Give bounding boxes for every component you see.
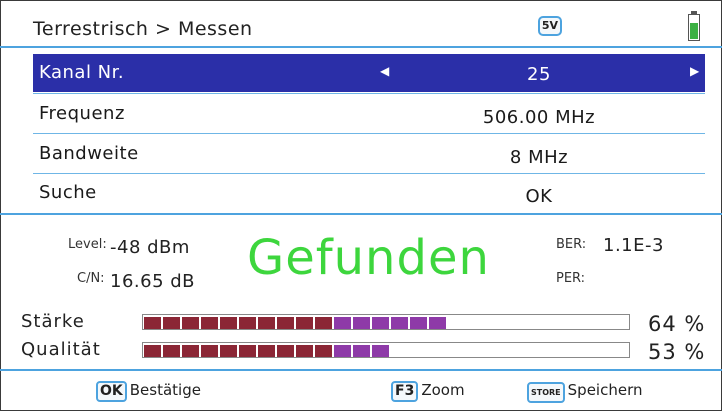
cn-label: C/N: [77,271,105,286]
bar-segment [239,345,256,357]
save-button[interactable]: STORE Speichern [527,381,643,403]
strength-label: Stärke [21,311,85,332]
bar-segment [391,317,408,329]
header-divider [0,46,722,48]
quality-bar [142,342,630,358]
bar-segment [410,317,427,329]
menu-row-value: 8 MHz [509,147,569,168]
bar-segment [315,317,332,329]
bar-segment [372,345,389,357]
f3-key-icon: F3 [391,381,419,402]
bar-segment [163,317,180,329]
bar-segment [220,345,237,357]
bar-segment [296,345,313,357]
menu-row-value: 506.00 MHz [482,107,596,128]
quality-percent: 53 % [648,340,706,364]
bar-segment [201,345,218,357]
per-label: PER: [556,271,586,286]
quality-label: Qualität [21,339,101,360]
bar-segment [182,345,199,357]
bar-segment [277,345,294,357]
battery-icon [688,11,700,41]
bar-segment [296,317,313,329]
bar-segment [353,345,370,357]
zoom-button-label: Zoom [421,381,465,399]
bar-segment [163,345,180,357]
bar-segment [182,317,199,329]
level-label: Level: [68,237,107,252]
save-button-label: Speichern [567,381,643,399]
zoom-button[interactable]: F3 Zoom [391,381,465,402]
level-value: -48 dBm [110,237,190,258]
bar-segment [315,345,332,357]
bar-segment [258,317,275,329]
page-title: Terrestrisch > Messen [33,18,253,40]
bar-segment [334,345,351,357]
header: Terrestrisch > Messen 5V [0,0,722,48]
bar-segment [239,317,256,329]
ber-label: BER: [556,237,587,252]
menu-row-value: 25 [527,64,551,85]
bar-segment [220,317,237,329]
section-divider [0,213,722,215]
bar-segment [372,317,389,329]
menu-row-kanal[interactable]: Kanal Nr. ◀ 25 ▶ [33,54,705,92]
ok-key-icon: OK [96,381,127,402]
bar-segment [334,317,351,329]
menu-row-suche[interactable]: Suche OK [33,174,705,212]
bar-segment [144,317,161,329]
ber-value: 1.1E-3 [603,235,664,256]
row-divider [33,93,705,94]
bar-segment [144,345,161,357]
cn-value: 16.65 dB [110,271,196,292]
ok-button[interactable]: OK Bestätige [96,381,201,402]
footer-divider [0,369,722,371]
bar-segment [277,317,294,329]
arrow-right-icon[interactable]: ▶ [690,64,699,78]
ok-button-label: Bestätige [129,381,201,399]
strength-percent: 64 % [648,312,706,336]
menu-row-value: OK [525,186,553,207]
bar-segment [429,317,446,329]
store-key-icon: STORE [527,382,565,403]
menu-row-frequenz[interactable]: Frequenz 506.00 MHz [33,95,705,133]
bar-segment [258,345,275,357]
bar-segment [353,317,370,329]
status-text: Gefunden [247,230,490,286]
strength-bar [142,314,630,330]
bar-segment [201,317,218,329]
row-divider [33,133,705,134]
voltage-badge: 5V [538,16,562,36]
menu-row-bandweite[interactable]: Bandweite 8 MHz [33,135,705,173]
